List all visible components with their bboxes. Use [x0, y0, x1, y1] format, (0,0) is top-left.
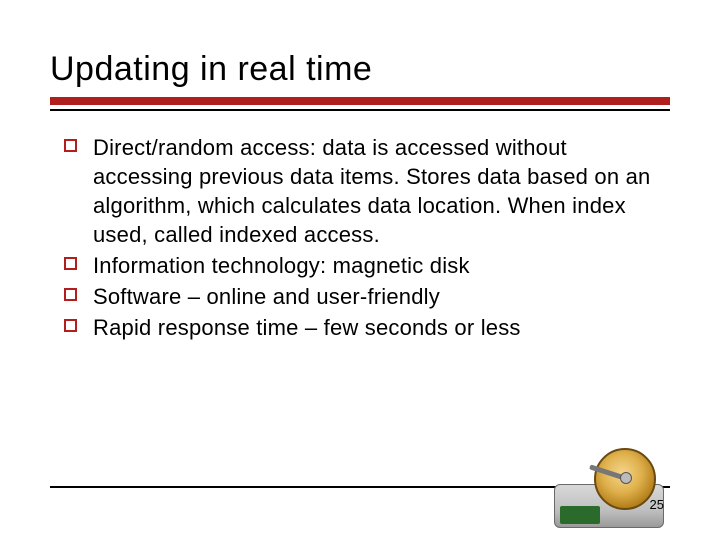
slide: Updating in real time Direct/random acce…: [0, 0, 720, 540]
square-bullet-icon: [64, 319, 77, 332]
slide-title: Updating in real time: [50, 50, 670, 89]
bullet-text: Direct/random access: data is accessed w…: [93, 133, 670, 249]
title-rule-thick: [50, 97, 670, 105]
bullet-item: Information technology: magnetic disk: [64, 251, 670, 280]
square-bullet-icon: [64, 257, 77, 270]
bullet-item: Direct/random access: data is accessed w…: [64, 133, 670, 249]
bullet-text: Software – online and user-friendly: [93, 282, 440, 311]
square-bullet-icon: [64, 139, 77, 152]
bullet-text: Information technology: magnetic disk: [93, 251, 470, 280]
hard-disk-spindle-icon: [620, 472, 632, 484]
page-number: 25: [650, 497, 664, 512]
bullet-item: Rapid response time – few seconds or les…: [64, 313, 670, 342]
hard-disk-pcb: [560, 506, 600, 524]
bullet-list: Direct/random access: data is accessed w…: [50, 133, 670, 342]
square-bullet-icon: [64, 288, 77, 301]
hard-disk-image: [554, 442, 664, 528]
bullet-item: Software – online and user-friendly: [64, 282, 670, 311]
bullet-text: Rapid response time – few seconds or les…: [93, 313, 521, 342]
title-rule-thin: [50, 109, 670, 111]
